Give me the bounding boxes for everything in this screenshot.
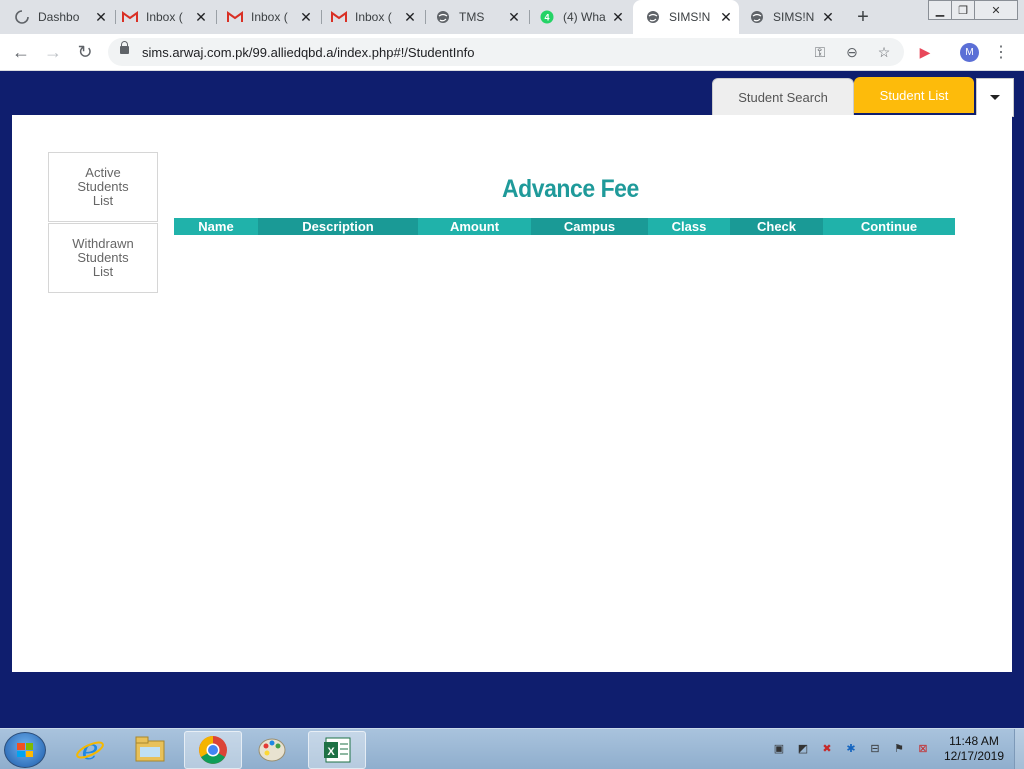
globe-icon <box>435 9 451 25</box>
column-header-continue: Continue <box>823 218 955 235</box>
column-header-amount: Amount <box>418 218 531 235</box>
globe-icon <box>645 9 661 25</box>
avatar[interactable]: M <box>960 43 979 62</box>
withdrawn-students-label: Withdrawn Students List <box>72 236 134 279</box>
tab-label: TMS <box>459 10 485 24</box>
network-disconnected-icon[interactable]: ⊠ <box>916 741 930 755</box>
tab-sims-2[interactable]: SIMS!N ✕ <box>749 0 841 34</box>
extension-icon[interactable]: ▶ <box>914 41 936 63</box>
tab-whatsapp[interactable]: 4 (4) Wha ✕ <box>539 0 631 34</box>
bookmark-star-icon[interactable]: ☆ <box>874 42 894 62</box>
tab-separator <box>321 10 322 24</box>
advance-fee-table-header: Name Description Amount Campus Class Che… <box>174 218 955 235</box>
show-desktop-button[interactable] <box>1014 729 1024 769</box>
app-tray-icon[interactable]: ◩ <box>796 741 810 755</box>
new-tab-button[interactable]: + <box>852 6 874 28</box>
tab-separator <box>115 10 116 24</box>
tab-separator <box>425 10 426 24</box>
excel-icon[interactable]: X <box>308 731 366 769</box>
page-viewport: Student Search Student List Active Stude… <box>0 71 1024 728</box>
address-bar[interactable]: sims.arwaj.com.pk/99.alliedqbd.a/index.p… <box>108 38 904 66</box>
column-header-name: Name <box>174 218 258 235</box>
volume-muted-icon[interactable]: ✖ <box>820 741 834 755</box>
minimize-button[interactable]: ▁ <box>928 0 952 20</box>
internet-explorer-icon[interactable]: e <box>62 731 118 767</box>
tab-gmail-2[interactable]: Inbox ( ✕ <box>227 0 319 34</box>
key-icon[interactable]: ⚿ <box>810 42 830 62</box>
tab-label: SIMS!N <box>669 10 711 24</box>
forward-arrow-icon[interactable]: → <box>42 41 64 63</box>
column-header-description: Description <box>258 218 418 235</box>
column-header-campus: Campus <box>531 218 648 235</box>
clock-time: 11:48 AM <box>949 734 999 748</box>
browser-toolbar: ← → ↻ sims.arwaj.com.pk/99.alliedqbd.a/i… <box>0 34 1024 71</box>
close-icon[interactable]: ✕ <box>401 8 419 26</box>
tab-label: Inbox ( <box>355 10 392 24</box>
action-center-icon[interactable]: ⚑ <box>892 741 906 755</box>
usb-icon[interactable]: ⊟ <box>868 741 882 755</box>
globe-icon <box>749 9 765 25</box>
withdrawn-students-list-button[interactable]: Withdrawn Students List <box>48 223 158 293</box>
tab-label: (4) Wha <box>563 10 606 24</box>
tab-tms[interactable]: TMS ✕ <box>435 0 527 34</box>
tab-label: SIMS!N <box>773 10 815 24</box>
tab-label: Inbox ( <box>251 10 288 24</box>
windows-logo-icon <box>17 743 33 757</box>
student-list-tab[interactable]: Student List <box>854 77 974 113</box>
active-students-list-button[interactable]: Active Students List <box>48 152 158 222</box>
close-icon[interactable]: ✕ <box>297 8 315 26</box>
system-clock[interactable]: 11:48 AM 12/17/2019 <box>934 734 1014 764</box>
close-icon[interactable]: ✕ <box>717 8 735 26</box>
close-icon[interactable]: ✕ <box>92 8 110 26</box>
column-header-check: Check <box>730 218 823 235</box>
tab-separator <box>529 10 530 24</box>
svg-text:4: 4 <box>544 13 549 23</box>
tab-gmail-1[interactable]: Inbox ( ✕ <box>122 0 214 34</box>
svg-text:e: e <box>82 734 99 764</box>
active-students-label: Active Students List <box>77 165 129 208</box>
file-explorer-icon[interactable] <box>122 731 178 767</box>
maximize-button[interactable]: ❐ <box>951 0 975 20</box>
gmail-icon <box>122 9 138 25</box>
window-close-button[interactable]: ✕ <box>974 0 1018 20</box>
reload-icon[interactable]: ↻ <box>74 41 96 63</box>
kebab-menu-icon[interactable]: ⋮ <box>990 41 1012 63</box>
page-title: Advance Fee <box>502 175 639 203</box>
loading-spinner-icon <box>14 9 30 25</box>
tab-label: Dashbo <box>38 10 80 24</box>
close-icon[interactable]: ✕ <box>192 8 210 26</box>
student-search-tab[interactable]: Student Search <box>712 78 854 115</box>
chrome-icon[interactable] <box>184 731 242 769</box>
svg-text:X: X <box>327 746 335 758</box>
tab-sims-active[interactable]: SIMS!N ✕ <box>633 0 739 34</box>
gmail-icon <box>227 9 243 25</box>
url-text: sims.arwaj.com.pk/99.alliedqbd.a/index.p… <box>142 45 475 60</box>
nav-dropdown-button[interactable] <box>976 78 1014 117</box>
tab-gmail-3[interactable]: Inbox ( ✕ <box>331 0 423 34</box>
start-button[interactable] <box>4 732 46 768</box>
zoom-icon[interactable]: ⊖ <box>842 42 862 62</box>
caret-down-icon <box>990 95 1000 100</box>
paint-icon[interactable] <box>244 731 300 767</box>
tab-separator <box>216 10 217 24</box>
lock-icon <box>120 41 129 54</box>
back-arrow-icon[interactable]: ← <box>10 41 32 63</box>
tab-label: Inbox ( <box>146 10 183 24</box>
close-icon[interactable]: ✕ <box>819 8 837 26</box>
windows-taskbar: e X ▣ ◩ ✖ ✱ ⊟ ⚑ ⊠ 11:48 AM 12/17/2019 <box>0 728 1024 769</box>
tab-dashboard[interactable]: Dashbo ✕ <box>14 0 114 34</box>
content-panel: Active Students List Withdrawn Students … <box>12 115 1012 672</box>
column-header-class: Class <box>648 218 730 235</box>
browser-tab-strip: Dashbo ✕ Inbox ( ✕ Inbox ( ✕ Inbox ( ✕ T… <box>0 0 1024 34</box>
whatsapp-icon: 4 <box>539 9 555 25</box>
close-icon[interactable]: ✕ <box>505 8 523 26</box>
device-icon[interactable]: ▣ <box>772 741 786 755</box>
clock-date: 12/17/2019 <box>943 749 1005 763</box>
bluetooth-icon[interactable]: ✱ <box>844 741 858 755</box>
gmail-icon <box>331 9 347 25</box>
close-icon[interactable]: ✕ <box>609 8 627 26</box>
